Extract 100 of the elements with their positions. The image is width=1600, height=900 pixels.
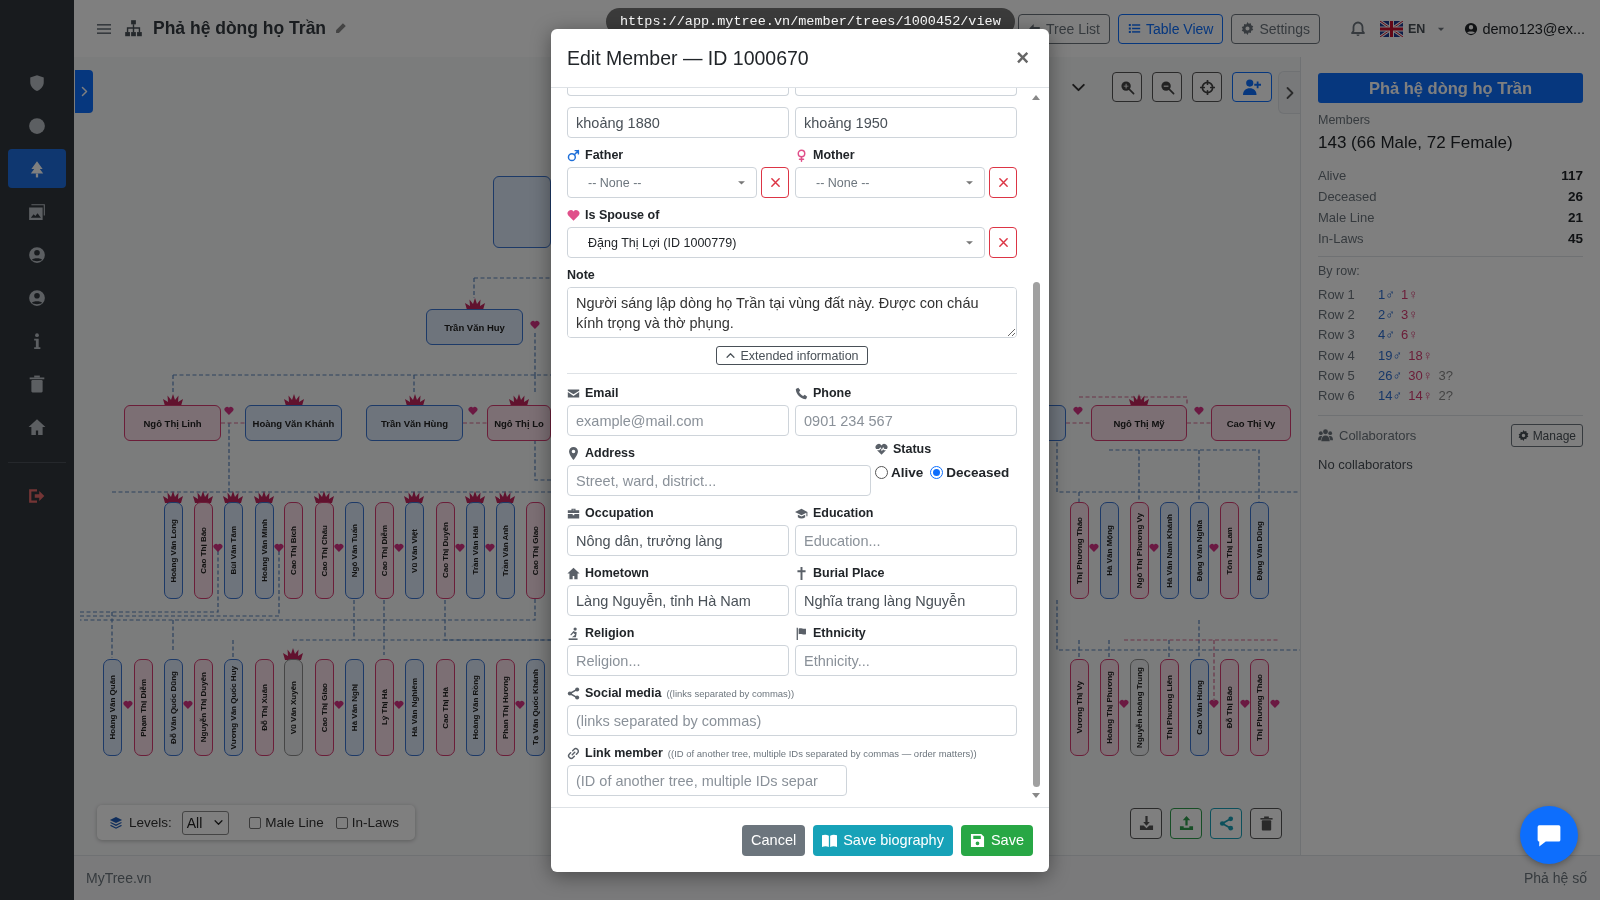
member-node[interactable]: Cao Thị Châu (314, 502, 334, 599)
select-field[interactable]: -- None -- (567, 167, 757, 198)
member-node[interactable]: Đặng Văn Dũng (1249, 502, 1269, 599)
member-node[interactable]: Trần Văn Hải (465, 502, 485, 599)
member-node[interactable]: Hoàng Văn Khánh (245, 405, 342, 441)
text-field[interactable]: Religion... (567, 645, 789, 676)
member-node[interactable]: Hà Văn Mộng (1099, 502, 1119, 599)
field-label: Education (813, 506, 874, 520)
member-node[interactable]: Thị Phương Thảo (1249, 659, 1269, 756)
member-node[interactable]: Đỗ Văn Quốc Dũng (163, 659, 183, 756)
member-node[interactable]: Cao Thị Diễm (374, 502, 394, 599)
member-node[interactable]: Đặng Văn Nghĩa (1189, 502, 1209, 599)
member-node[interactable]: Cao Thị Giao (525, 502, 545, 599)
row-label: Row 5 (1318, 367, 1356, 383)
unknown-count: 2? (1438, 388, 1453, 404)
member-node[interactable]: Vũ Văn Việt (404, 502, 424, 599)
member-node[interactable]: Cao Thị Bích (283, 502, 303, 599)
text-field[interactable]: Education... (795, 525, 1017, 556)
member-node[interactable]: Cao Văn Hùng (1189, 659, 1209, 756)
text-field[interactable]: Nông dân, trưởng làng (567, 525, 789, 556)
member-node[interactable]: Hà Văn Nghị (344, 659, 364, 756)
note-field[interactable]: Người sáng lập dòng họ Trần tại vùng đất này. Được con cháu kính trọng và thờ phụng. (567, 287, 1017, 338)
female-count: 18♀ (1408, 347, 1433, 363)
member-node[interactable]: Trần Văn Anh (495, 502, 515, 599)
filter-checkbox[interactable]: In-Laws (335, 815, 399, 830)
female-count: 6♀ (1401, 327, 1418, 343)
save-biography-button[interactable]: Save biography (813, 824, 953, 856)
cancel-button[interactable]: Cancel (742, 824, 806, 856)
select-field[interactable]: Đặng Thị Lợi (ID 1000779) (567, 227, 985, 258)
by-row-label: By row: (1318, 264, 1361, 278)
filter-checkbox[interactable]: Male Line (249, 815, 324, 830)
member-node[interactable]: Thị Phương Thảo (1069, 502, 1089, 599)
close-button[interactable]: × (1012, 45, 1033, 71)
row-label: Row 2 (1318, 306, 1356, 322)
stat-label: Deceased (1318, 189, 1377, 204)
select-field[interactable]: -- None -- (795, 167, 985, 198)
field-label: Status (893, 442, 932, 456)
tree-name-button[interactable]: Phả hệ dòng họ Trần (1318, 73, 1583, 103)
member-node[interactable]: Vương Văn Quốc Huy (223, 659, 243, 756)
text-field[interactable]: (ID of another tree, multiple IDs separ (567, 765, 847, 796)
female-count: 1♀ (1401, 286, 1418, 302)
text-field[interactable]: Street, ward, district... (567, 465, 871, 496)
member-node[interactable]: Ngô Thị Lo (487, 405, 551, 441)
member-node[interactable]: Thị Phương Liên (1159, 659, 1179, 756)
extended-info-button[interactable]: Extended information (716, 346, 868, 365)
status-radio[interactable]: Alive (875, 465, 924, 480)
member-node[interactable]: Ngô Thị Phương Vy (1129, 502, 1149, 599)
member-node[interactable]: Cao Thị Giao (314, 659, 334, 756)
member-node[interactable]: Hoàng Thị Phương (1099, 659, 1119, 756)
member-node[interactable]: Bùi Văn Tâm (223, 502, 243, 599)
member-node[interactable]: Trần Văn Huy (426, 309, 523, 345)
member-node[interactable]: Đỗ Thị Xuân (254, 659, 274, 756)
member-node[interactable]: Hoàng Văn Quân (102, 659, 122, 756)
member-node[interactable]: Hoàng Văn Long (163, 502, 183, 599)
levels-label: Levels: (129, 815, 172, 830)
field-label: Burial Place (813, 566, 885, 580)
member-node[interactable]: Ngô Thị Linh (124, 405, 221, 441)
collaborators-label: Collaborators (1339, 428, 1417, 444)
member-node[interactable]: Phạm Thị Diễm (133, 659, 153, 756)
member-node[interactable]: Vương Thị Vy (1069, 659, 1089, 756)
levels-select[interactable]: All (181, 810, 230, 835)
user-menu[interactable]: demo123@ex... (1464, 20, 1585, 37)
member-node[interactable]: Phan Thị Hương (495, 659, 515, 756)
stat-value: 21 (1567, 210, 1583, 225)
member-node[interactable]: Cao Thị Duyên (435, 502, 455, 599)
male-count: 14♂ (1378, 388, 1403, 404)
member-node[interactable]: Tạ Văn Quốc Khánh (525, 659, 545, 756)
text-field[interactable]: khoảng 1950 (795, 107, 1017, 138)
member-node[interactable]: Hà Văn Nam Khánh (1159, 502, 1179, 599)
view-button[interactable]: Table View (1118, 13, 1224, 44)
stat-label: Male Line (1318, 210, 1375, 225)
member-node[interactable]: Hoàng Văn Rồng (465, 659, 485, 756)
text-field[interactable]: (links separated by commas) (567, 705, 1017, 736)
member-node[interactable]: Tôn Thị Lam (1219, 502, 1239, 599)
text-field[interactable]: khoảng 1880 (567, 107, 789, 138)
manage-button[interactable]: Manage (1510, 424, 1583, 448)
status-radio[interactable]: Deceased (930, 465, 1010, 480)
text-field[interactable]: Làng Nguyễn, tỉnh Hà Nam (567, 585, 789, 616)
member-node[interactable]: Nguyễn Hoàng Trung (1129, 659, 1149, 756)
text-field[interactable]: Nghĩa trang làng Nguyễn (795, 585, 1017, 616)
field-label: Email (585, 386, 619, 400)
view-button[interactable]: Settings (1231, 13, 1321, 44)
save-button[interactable]: Save (960, 824, 1033, 856)
member-node[interactable]: Cao Thị Bảo (193, 502, 213, 599)
member-node[interactable]: Đỗ Thị Bảo (1219, 659, 1239, 756)
member-node[interactable]: Hoàng Văn Minh (254, 502, 274, 599)
member-node[interactable]: Cao Thị Vy (1211, 405, 1291, 441)
member-node[interactable]: Trần Văn Hùng (366, 405, 463, 441)
member-node[interactable]: Hà Văn Nghiêm (404, 659, 424, 756)
member-node[interactable]: Nguyễn Thị Duyên (193, 659, 213, 756)
member-node[interactable]: Ngô Văn Tuấn (344, 502, 364, 599)
language-selector[interactable]: EN (1380, 20, 1447, 37)
member-node[interactable]: Lý Thị Hà (374, 659, 394, 756)
text-field[interactable]: 0901 234 567 (795, 405, 1017, 436)
member-node[interactable]: Ngô Thị Mỹ (1091, 405, 1187, 441)
member-node[interactable]: Vũ Văn Xuyên (283, 659, 303, 756)
text-field[interactable]: Ethnicity... (795, 645, 1017, 676)
text-field[interactable]: example@mail.com (567, 405, 789, 436)
member-node[interactable]: Cao Thị Hà (435, 659, 455, 756)
members-label: Members (1318, 113, 1372, 127)
